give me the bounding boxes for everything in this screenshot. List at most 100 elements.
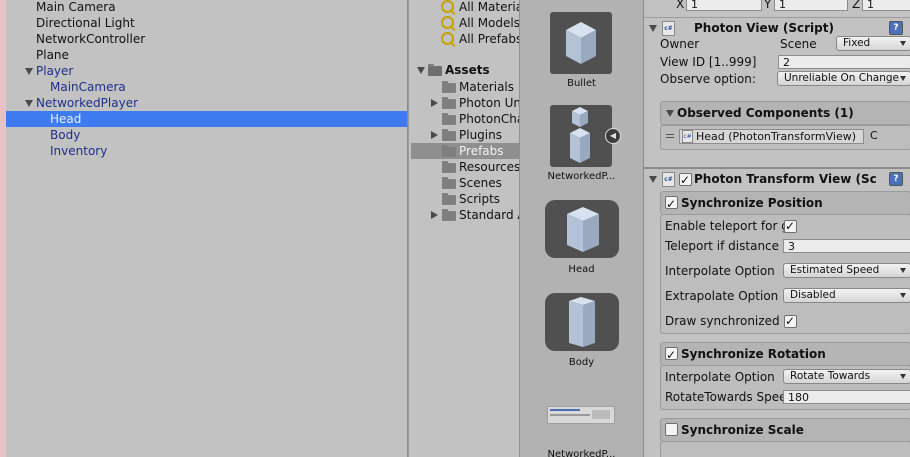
hierarchy-item-head[interactable]: Head	[6, 111, 407, 127]
folder-scripts[interactable]: Scripts	[409, 191, 520, 207]
x-field[interactable]: 1	[686, 0, 762, 11]
favorite-label: All Materia	[459, 0, 524, 14]
rotation-speed-label: RotateTowards Spee	[665, 390, 783, 404]
interpolate-dropdown[interactable]: Estimated Speed	[783, 263, 910, 278]
hierarchy-item-directional-light[interactable]: Directional Light	[0, 15, 407, 31]
hierarchy-item-main-camera-child[interactable]: MainCamera	[0, 79, 407, 95]
folder-icon	[442, 81, 456, 93]
folder-materials[interactable]: Materials	[409, 79, 520, 95]
chevron-down-icon	[900, 268, 906, 273]
hierarchy-item-label: NetworkController	[36, 32, 146, 46]
draw-sync-label: Draw synchronized p	[665, 314, 791, 328]
photon-transform-view-header[interactable]: c# Photon Transform View (Sc ?	[644, 167, 910, 190]
folder-prefabs[interactable]: Prefabs	[411, 143, 520, 159]
owner-value: Scene	[780, 37, 817, 51]
rotation-interpolate-label: Interpolate Option	[665, 370, 775, 384]
hierarchy-item-plane[interactable]: Plane	[0, 47, 407, 63]
folder-label: Scripts	[459, 192, 501, 206]
hierarchy-item-player[interactable]: Player	[0, 63, 407, 79]
script-icon: c#	[662, 172, 675, 187]
hierarchy-item-networked-player[interactable]: NetworkedPlayer	[0, 95, 407, 111]
prefab-thumbnail-icon	[547, 406, 615, 424]
favorite-label: All Models	[459, 16, 520, 30]
drag-handle-icon[interactable]	[666, 134, 674, 135]
folder-standard-assets[interactable]: Standard A	[409, 207, 526, 223]
help-icon[interactable]: ?	[889, 21, 903, 35]
teleport-distance-field[interactable]: 3	[783, 239, 910, 253]
script-icon: c#	[682, 130, 693, 143]
asset-label: Bullet	[567, 78, 596, 89]
asset-tile-networked-player-2[interactable]: NetworkedP...	[520, 402, 643, 457]
hierarchy-item-inventory[interactable]: Inventory	[0, 143, 407, 159]
view-id-field[interactable]: 2	[778, 55, 910, 69]
cube-prefab-icon	[550, 12, 612, 74]
asset-tile-bullet[interactable]: Bullet	[520, 12, 643, 92]
folder-plugins[interactable]: Plugins	[409, 127, 520, 143]
folder-photon-chat[interactable]: PhotonCha	[409, 111, 524, 127]
y-field[interactable]: 1	[774, 0, 848, 11]
rotation-interpolate-row: Interpolate Option Rotate Towards	[644, 368, 910, 386]
teleport-enable-checkbox[interactable]	[784, 217, 797, 235]
interpolate-row: Interpolate Option Estimated Speed	[644, 262, 910, 280]
assets-root[interactable]: Assets	[409, 62, 520, 78]
z-field[interactable]: 1	[862, 0, 910, 11]
hierarchy-item-label: Head	[50, 112, 82, 126]
component-enabled-checkbox[interactable]	[679, 170, 692, 190]
expand-prefab-arrow-icon[interactable]: ◀	[605, 128, 621, 144]
box-prefab-icon	[545, 293, 619, 351]
hierarchy-item-main-camera[interactable]: Main Camera	[0, 0, 407, 15]
asset-tile-networked-player[interactable]: ◀ NetworkedP...	[520, 105, 643, 185]
sync-rotation-checkbox[interactable]	[665, 344, 678, 366]
sync-rotation-header[interactable]: Synchronize Rotation	[660, 342, 910, 366]
extrapolate-dropdown-value: Disabled	[790, 289, 836, 301]
owner-dropdown[interactable]: Fixed	[836, 36, 910, 51]
observed-component-suffix: C	[870, 129, 878, 142]
help-icon[interactable]: ?	[889, 172, 903, 186]
script-icon: c#	[662, 21, 675, 36]
collapse-arrow-icon[interactable]	[649, 176, 657, 183]
hierarchy-item-label: MainCamera	[50, 80, 126, 94]
collapse-arrow-icon[interactable]	[649, 25, 657, 32]
observe-dropdown[interactable]: Unreliable On Change	[777, 71, 910, 86]
transform-row: X 1 Y 1 Z 1	[644, 0, 910, 13]
sync-position-checkbox[interactable]	[665, 193, 678, 215]
expand-arrow-icon[interactable]	[431, 99, 438, 107]
view-id-row: View ID [1..999] 2	[644, 53, 910, 71]
hierarchy-item-label: Body	[50, 128, 81, 142]
folder-label: Standard A	[459, 208, 526, 222]
favorite-label: All Prefabs	[459, 32, 523, 46]
expand-arrow-icon[interactable]	[25, 68, 33, 75]
asset-tile-body[interactable]: Body	[520, 293, 643, 373]
folder-label: Photon Uni	[459, 96, 525, 110]
sync-scale-header[interactable]: Synchronize Scale	[660, 418, 910, 442]
collapse-arrow-icon[interactable]	[666, 110, 674, 117]
expand-arrow-icon[interactable]	[417, 67, 425, 74]
sync-position-header[interactable]: Synchronize Position	[660, 191, 910, 215]
folder-label: Plugins	[459, 128, 502, 142]
draw-sync-checkbox[interactable]	[784, 312, 797, 330]
sync-scale-checkbox[interactable]	[665, 423, 678, 436]
observed-components-header[interactable]: Observed Components (1)	[660, 101, 910, 125]
rotation-speed-field[interactable]: 180	[783, 390, 910, 404]
expand-arrow-icon[interactable]	[25, 100, 33, 107]
observe-row: Observe option: Unreliable On Change	[644, 70, 910, 88]
observed-component-field[interactable]: c# Head (PhotonTransformView)	[679, 129, 864, 144]
expand-arrow-icon[interactable]	[431, 211, 438, 219]
hierarchy-item-label: NetworkedPlayer	[36, 96, 139, 110]
rotation-interpolate-dropdown[interactable]: Rotate Towards	[783, 369, 910, 384]
folder-icon	[442, 129, 456, 141]
folder-label: PhotonCha	[459, 112, 525, 126]
extrapolate-dropdown[interactable]: Disabled	[783, 288, 910, 303]
hierarchy-item-body[interactable]: Body	[0, 127, 407, 143]
search-icon	[441, 16, 454, 29]
asset-tile-head[interactable]: Head	[520, 200, 643, 280]
folder-photon-unity[interactable]: Photon Uni	[409, 95, 524, 111]
folder-scenes[interactable]: Scenes	[409, 175, 520, 191]
expand-arrow-icon[interactable]	[431, 131, 438, 139]
observe-label: Observe option:	[660, 72, 756, 86]
draw-sync-row: Draw synchronized p	[644, 312, 910, 330]
hierarchy-item-network-controller[interactable]: NetworkController	[0, 31, 407, 47]
observe-dropdown-value: Unreliable On Change	[784, 72, 899, 84]
folder-resources[interactable]: Resources	[409, 159, 520, 175]
folder-icon	[442, 113, 456, 125]
